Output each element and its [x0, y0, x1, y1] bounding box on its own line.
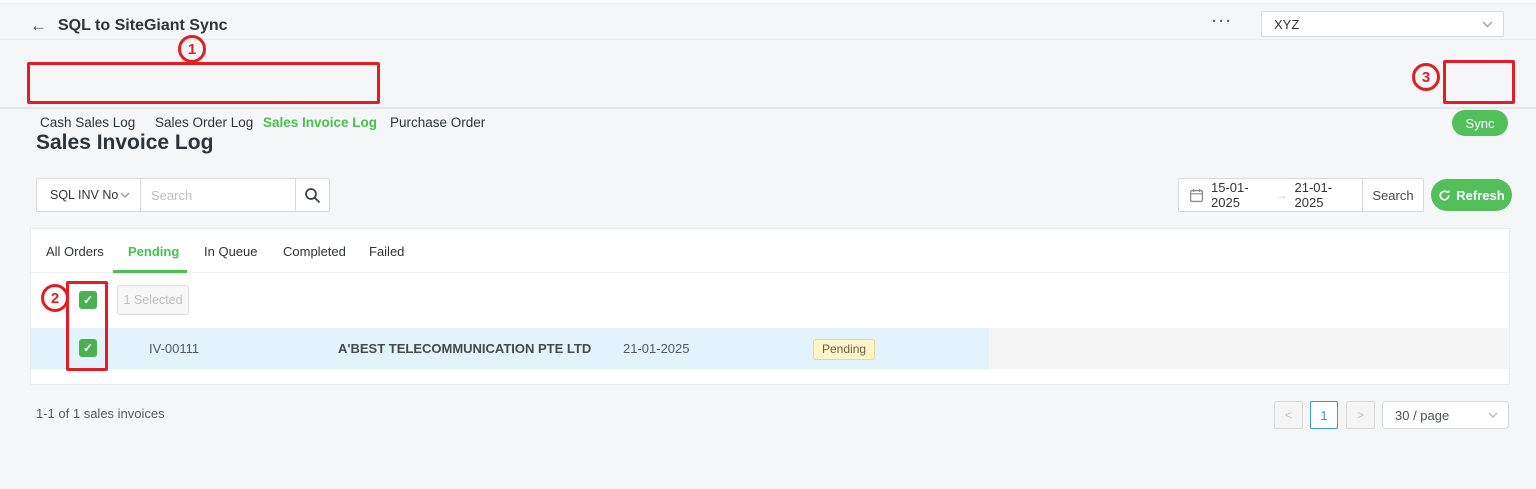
account-select-value: XYZ	[1274, 16, 1300, 32]
refresh-icon	[1438, 189, 1451, 202]
row-fixed-column-area	[989, 328, 1509, 369]
account-select[interactable]: XYZ	[1261, 11, 1504, 37]
header-bar: ← SQL to SiteGiant Sync ··· XYZ	[0, 4, 1536, 40]
search-field-select[interactable]: SQL INV No	[36, 178, 141, 212]
check-icon: ✓	[82, 293, 94, 307]
date-from: 15-01-2025	[1211, 180, 1249, 210]
pagination-prev-button[interactable]: <	[1274, 401, 1303, 429]
status-tab-completed[interactable]: Completed	[283, 244, 346, 259]
page-size-value: 30 / page	[1395, 407, 1450, 423]
status-badge: Pending	[813, 339, 876, 360]
date-to: 21-01-2025	[1294, 180, 1333, 210]
chevron-down-icon	[120, 192, 130, 198]
active-tab-underline	[113, 270, 187, 273]
chevron-down-icon	[1488, 412, 1498, 418]
status-filter-tabs: All Orders Pending In Queue Completed Fa…	[31, 229, 1509, 273]
date-search-button[interactable]: Search	[1362, 178, 1424, 212]
sync-button[interactable]: Sync	[1452, 110, 1508, 136]
section-heading: Sales Invoice Log	[36, 131, 214, 154]
search-input[interactable]	[140, 178, 296, 212]
tab-sales-order-log[interactable]: Sales Order Log	[155, 115, 253, 130]
cell-invoice-no: IV-00111	[149, 341, 200, 356]
page-title: SQL to SiteGiant Sync	[58, 17, 228, 34]
selected-count-button[interactable]: 1 Selected	[117, 285, 189, 315]
cell-customer: A'BEST TELECOMMUNICATION PTE LTD	[338, 341, 592, 356]
search-icon-button[interactable]	[295, 178, 330, 212]
invoice-table-card: All Orders Pending In Queue Completed Fa…	[30, 228, 1510, 385]
cell-date: 21-01-2025	[623, 341, 690, 356]
nav-tab-bar: Cash Sales Log Sales Order Log Sales Inv…	[0, 40, 1536, 136]
range-arrow-icon: →	[1275, 188, 1288, 202]
search-icon	[304, 187, 321, 204]
results-count: 1-1 of 1 sales invoices	[36, 406, 165, 421]
tab-purchase-order[interactable]: Purchase Order	[390, 115, 485, 130]
calendar-icon	[1189, 188, 1204, 203]
row-checkbox[interactable]: ✓	[79, 339, 97, 357]
next-icon: >	[1356, 408, 1364, 422]
pagination-next-button[interactable]: >	[1346, 401, 1375, 429]
page-size-select[interactable]: 30 / page	[1382, 401, 1509, 429]
chevron-down-icon	[1482, 21, 1493, 28]
status-tab-pending[interactable]: Pending	[128, 244, 179, 259]
tab-cash-sales-log[interactable]: Cash Sales Log	[40, 115, 135, 130]
more-menu-icon[interactable]: ···	[1212, 13, 1233, 30]
check-icon: ✓	[82, 341, 94, 355]
refresh-button[interactable]: Refresh	[1431, 179, 1512, 211]
status-tab-in-queue[interactable]: In Queue	[204, 244, 258, 259]
tab-sales-invoice-log[interactable]: Sales Invoice Log	[263, 115, 377, 130]
table-row[interactable]: ✓ IV-00111 A'BEST TELECOMMUNICATION PTE …	[31, 328, 989, 369]
status-tab-failed[interactable]: Failed	[369, 244, 404, 259]
search-field-select-value: SQL INV No	[50, 188, 119, 202]
select-all-checkbox[interactable]: ✓	[79, 291, 97, 309]
pagination-page-1[interactable]: 1	[1310, 401, 1338, 429]
back-arrow-icon[interactable]: ←	[30, 17, 47, 34]
prev-icon: <	[1284, 408, 1292, 422]
date-range-picker[interactable]: 15-01-2025 → 21-01-2025	[1178, 178, 1363, 212]
refresh-label: Refresh	[1456, 187, 1505, 203]
status-tab-all-orders[interactable]: All Orders	[46, 244, 104, 259]
